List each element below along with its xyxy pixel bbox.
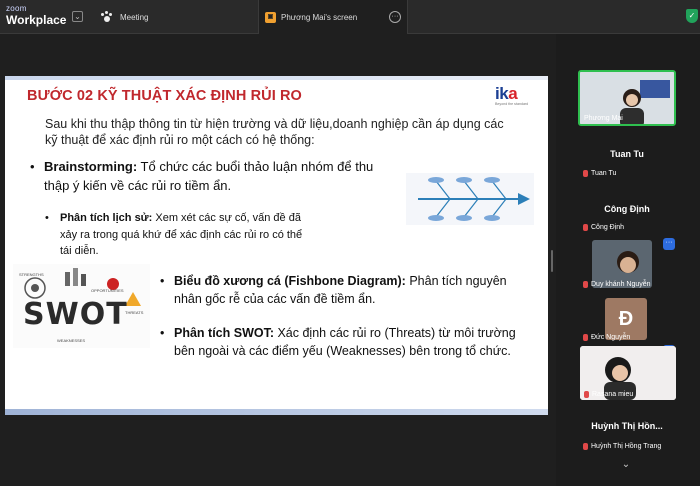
tab-meeting[interactable]: Meeting	[100, 0, 255, 34]
bullet-head: Phân tích SWOT:	[174, 326, 274, 340]
participant-name: Rasana mieu	[584, 391, 633, 398]
mic-muted-icon	[583, 334, 588, 341]
slide-intro: Sau khi thu thập thông tin từ hiện trườn…	[45, 117, 504, 147]
participant-name: Phương Mai	[584, 115, 623, 122]
mic-muted-icon	[583, 170, 588, 177]
title-bar: zoom Workplace ⌄ Meeting ▣ Phương Mai's …	[0, 0, 700, 34]
bullet-swot: • Phân tích SWOT: Xác định các rủi ro (T…	[160, 326, 516, 358]
mic-muted-icon	[583, 281, 588, 288]
more-icon[interactable]: ···	[389, 11, 401, 23]
participant-label-tuan-tu[interactable]: Tuan Tu	[583, 170, 616, 177]
slide-bottom-bar	[5, 409, 548, 415]
mic-muted-icon	[583, 443, 588, 450]
tab-screen-label: Phương Mai's screen	[281, 12, 358, 22]
panel-resize-handle[interactable]	[551, 250, 553, 272]
participant-header-cong-dinh: Công Định	[604, 204, 650, 214]
bullet-head: Biểu đồ xương cá (Fishbone Diagram):	[174, 274, 406, 288]
video-tile-rasana[interactable]: Rasana mieu	[580, 346, 676, 400]
swot-label: OPPORTUNITIES	[91, 288, 124, 293]
swot-image: SWOT STRENGTHS OPPORTUNITIES THREATS WEA…	[13, 264, 150, 348]
shield-check-icon[interactable]: ✓	[686, 9, 698, 23]
participant-label-huynh-thi[interactable]: Huỳnh Thị Hồng Trang	[583, 443, 661, 450]
participant-label-duc-nguyen[interactable]: Đức Nguyễn	[583, 334, 630, 341]
fishbone-diagram-image	[406, 173, 534, 225]
tab-meeting-label: Meeting	[120, 12, 149, 22]
bullet-head: Brainstorming:	[44, 159, 138, 174]
more-options-button[interactable]: ···	[663, 238, 675, 250]
participant-header-huynh-thi: Huỳnh Thị Hồn...	[591, 421, 663, 431]
brand-bottom: Workplace	[6, 13, 67, 27]
mic-muted-icon	[583, 224, 588, 231]
swot-label: WEAKNESSES	[57, 338, 86, 343]
slide-title: BƯỚC 02 KỸ THUẬT XÁC ĐỊNH RỦI RO	[27, 88, 302, 104]
ika-logo: ika Beyond the standard	[495, 84, 541, 110]
swot-label: STRENGTHS	[19, 272, 44, 277]
bullet-brainstorming: • Brainstorming: Tổ chức các buổi thảo l…	[30, 159, 374, 193]
presentation-slide: BƯỚC 02 KỸ THUẬT XÁC ĐỊNH RỦI RO ika Bey…	[5, 76, 548, 415]
screen-share-icon: ▣	[265, 11, 276, 23]
logo-tagline: Beyond the standard	[495, 102, 529, 106]
chevron-down-icon[interactable]: ⌄	[72, 11, 83, 22]
participant-label-duy-khanh[interactable]: Duy khánh Nguyễn	[583, 281, 651, 288]
zoom-workplace-logo: zoom Workplace	[6, 4, 67, 27]
participant-label-cong-dinh[interactable]: Công Định	[583, 224, 624, 231]
tab-screen-share[interactable]: ▣ Phương Mai's screen ···	[258, 0, 408, 34]
logo-text: ika	[495, 84, 518, 103]
mic-muted-icon	[584, 391, 589, 398]
chevron-down-icon[interactable]: ⌄	[617, 456, 635, 474]
video-tile-phuong-mai[interactable]: Phương Mai	[578, 70, 676, 126]
slide-top-bar	[5, 76, 548, 80]
participant-header-tuan-tu: Tuan Tu	[610, 149, 644, 159]
bullet-history-analysis: • Phân tích lịch sử: Xem xét các sự cố, …	[45, 212, 303, 257]
swot-word: SWOT	[23, 297, 128, 332]
swot-label: THREATS	[125, 310, 144, 315]
bullet-fishbone: • Biểu đồ xương cá (Fishbone Diagram): P…	[160, 274, 507, 306]
brand-top: zoom	[6, 4, 27, 13]
paw-icon	[100, 11, 114, 23]
bullet-head: Phân tích lịch sử:	[60, 212, 153, 224]
